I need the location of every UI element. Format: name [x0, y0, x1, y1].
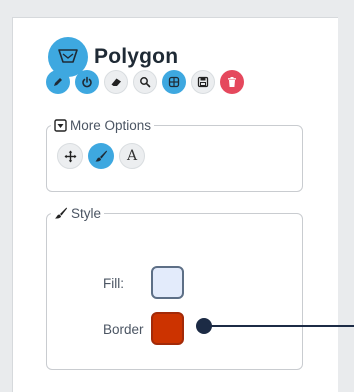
- grid-button[interactable]: [162, 70, 186, 94]
- delete-button[interactable]: [220, 70, 244, 94]
- panel-title: Polygon: [94, 45, 179, 68]
- more-options-buttons: A: [57, 143, 145, 169]
- move-icon: [64, 150, 76, 162]
- brush-icon: [95, 150, 107, 162]
- connector-handle[interactable]: [196, 318, 212, 334]
- fill-color-swatch[interactable]: [151, 266, 184, 299]
- save-icon: [197, 76, 209, 88]
- more-options-legend[interactable]: More Options: [51, 118, 154, 133]
- power-icon: [82, 76, 92, 88]
- style-label: Style: [71, 206, 102, 221]
- search-icon: [140, 77, 151, 88]
- style-group: Style Fill: Border: [46, 206, 303, 370]
- border-color-swatch[interactable]: [151, 312, 184, 345]
- save-button[interactable]: [191, 70, 215, 94]
- search-button[interactable]: [133, 70, 157, 94]
- grid-icon: [168, 76, 180, 88]
- edit-button[interactable]: [46, 70, 70, 94]
- more-options-group: More Options A: [46, 118, 303, 192]
- connector-line: [208, 325, 354, 327]
- collapse-toggle-icon[interactable]: [54, 119, 67, 132]
- text-icon: A: [126, 148, 138, 164]
- brush-icon: [55, 207, 67, 219]
- toolbar: [46, 70, 244, 94]
- eraser-button[interactable]: [104, 70, 128, 94]
- trash-icon: [228, 77, 236, 87]
- brush-button[interactable]: [88, 143, 114, 169]
- border-label: Border: [103, 322, 144, 337]
- pencil-icon: [54, 78, 62, 86]
- text-button[interactable]: A: [119, 143, 145, 169]
- power-button[interactable]: [75, 70, 99, 94]
- move-button[interactable]: [57, 143, 83, 169]
- fill-label: Fill:: [103, 276, 124, 291]
- eraser-icon: [111, 78, 121, 86]
- style-legend: Style: [51, 206, 104, 221]
- more-options-label: More Options: [70, 118, 152, 133]
